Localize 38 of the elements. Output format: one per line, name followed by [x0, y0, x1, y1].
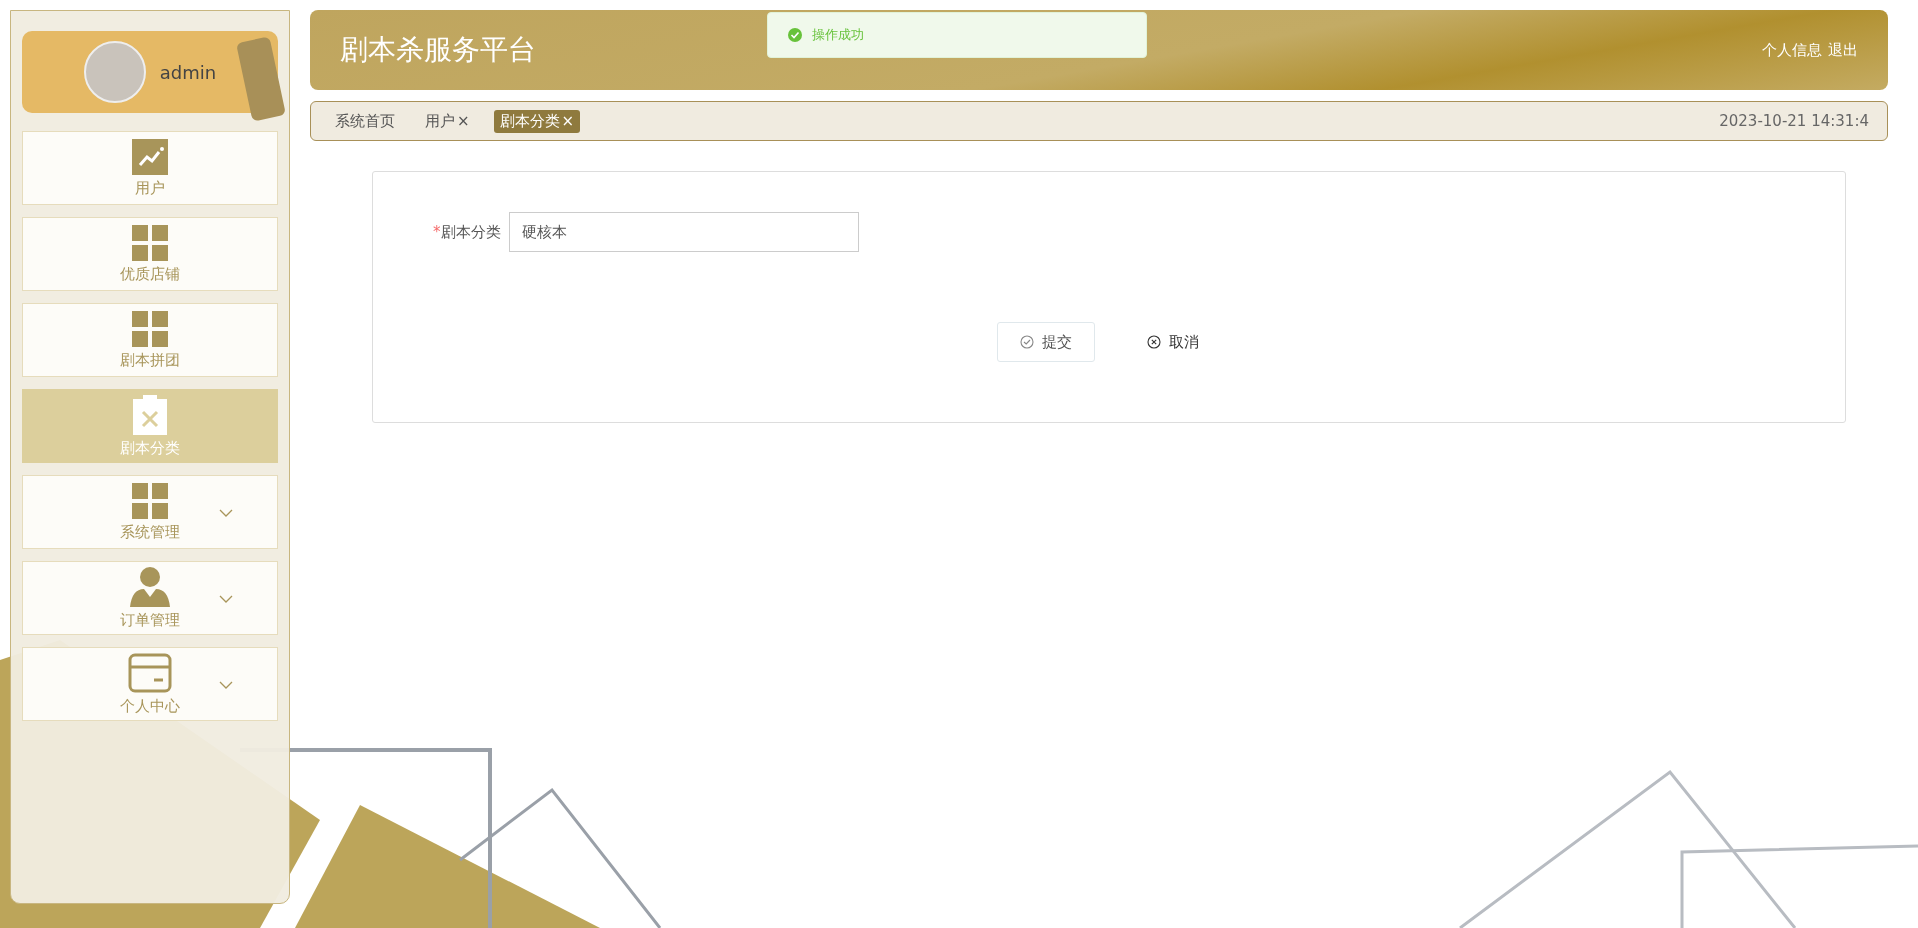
- sidebar-item[interactable]: 剧本分类: [22, 389, 278, 463]
- sidebar-item-label: 个人中心: [120, 696, 180, 716]
- toast-message: 操作成功: [812, 26, 864, 44]
- sidebar-item[interactable]: 订单管理: [22, 561, 278, 635]
- category-input[interactable]: 硬核本: [508, 212, 859, 252]
- page-tab[interactable]: 剧本分类×: [493, 109, 581, 133]
- close-icon[interactable]: ×: [561, 111, 575, 130]
- sidebar-item-label: 系统管理: [120, 522, 180, 542]
- app-title: 剧本杀服务平台: [340, 32, 536, 68]
- clipboard-x-icon: [132, 394, 168, 435]
- grid-icon: [132, 224, 168, 261]
- sidebar-item-label: 订单管理: [120, 610, 180, 630]
- sidebar-item[interactable]: 优质店铺: [22, 217, 278, 291]
- submit-button[interactable]: 提交: [997, 322, 1095, 362]
- page-tab[interactable]: 用户×: [419, 109, 476, 133]
- sidebar-item-label: 剧本分类: [120, 438, 180, 458]
- sidebar-item-label: 剧本拼团: [120, 350, 180, 370]
- page-tab[interactable]: 系统首页: [329, 109, 401, 133]
- sidebar-item[interactable]: 个人中心: [22, 647, 278, 721]
- user-name: admin: [159, 61, 217, 83]
- close-circle-icon: [1147, 335, 1161, 349]
- sidebar-item-label: 用户: [135, 178, 165, 198]
- sidebar-item[interactable]: 用户: [22, 131, 278, 205]
- person-icon: [130, 566, 170, 607]
- chart-icon: [132, 138, 168, 175]
- sidebar-item[interactable]: 剧本拼团: [22, 303, 278, 377]
- header-link[interactable]: 退出: [1828, 40, 1858, 60]
- check-circle-icon: [788, 28, 802, 42]
- sidebar-item-label: 优质店铺: [120, 264, 180, 284]
- header-link[interactable]: 个人信息: [1762, 40, 1822, 60]
- grid-icon: [132, 310, 168, 347]
- sidebar-item[interactable]: 系统管理: [22, 475, 278, 549]
- grid-icon: [132, 482, 168, 519]
- datetime-text: 2023-10-21 14:31:4: [1719, 112, 1869, 130]
- card-icon: [128, 652, 172, 693]
- close-icon[interactable]: ×: [457, 111, 470, 130]
- field-label: *剧本分类: [433, 222, 501, 242]
- check-circle-icon: [1020, 335, 1034, 349]
